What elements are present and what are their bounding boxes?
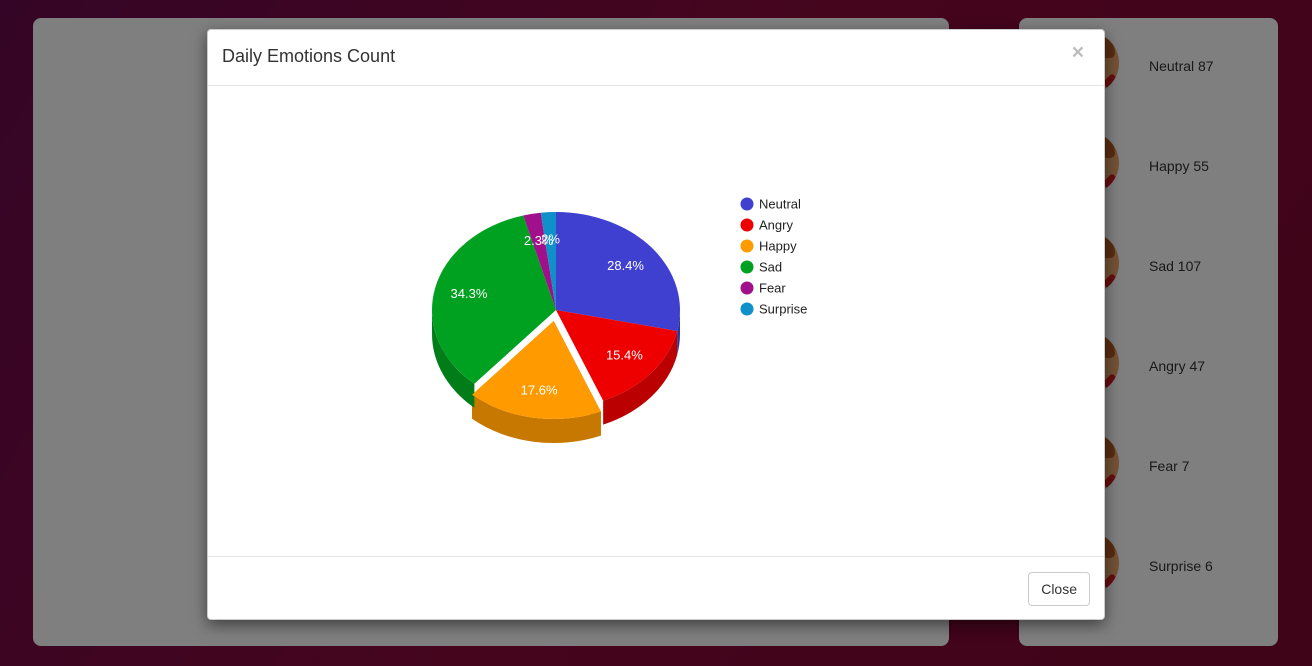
close-icon[interactable]: × [1066, 41, 1090, 64]
legend-swatch-surprise [740, 302, 754, 316]
modal-title: Daily Emotions Count [222, 46, 396, 66]
pie-data-label: 28.4% [607, 258, 644, 273]
legend-label-surprise: Surprise [759, 302, 807, 317]
emotions-modal: Daily Emotions Count × 28.4% 15.4% 17.6% 34… [207, 29, 1105, 620]
legend-label-angry: Angry [759, 218, 793, 233]
legend-label-sad: Sad [759, 260, 782, 275]
legend-label-happy: Happy [759, 239, 797, 254]
modal-body: 28.4% 15.4% 17.6% 34.3% 2.3% 2% Neutral Angry Ha… [208, 86, 1104, 557]
legend-swatch-happy [740, 239, 754, 253]
legend-swatch-neutral [740, 197, 754, 211]
close-button[interactable]: Close [1028, 572, 1090, 606]
modal-footer: Close [208, 557, 1104, 621]
pie-data-label: 17.6% [521, 383, 558, 398]
pie-chart: 28.4%15.4%17.6%34.3%2.3%2%NeutralAngryHa… [432, 197, 807, 444]
chart-legend: Neutral Angry Happy Sad Fear Surprise [740, 197, 807, 317]
legend-swatch-sad [740, 260, 754, 274]
legend-swatch-angry [740, 218, 754, 232]
legend-label-fear: Fear [759, 281, 786, 296]
pie-data-label: 2% [541, 232, 560, 247]
pie-data-label: 34.3% [451, 286, 488, 301]
pie-data-label: 15.4% [606, 347, 643, 362]
legend-label-neutral: Neutral [759, 197, 801, 212]
modal-header: Daily Emotions Count × [208, 30, 1104, 86]
legend-swatch-fear [740, 281, 754, 295]
